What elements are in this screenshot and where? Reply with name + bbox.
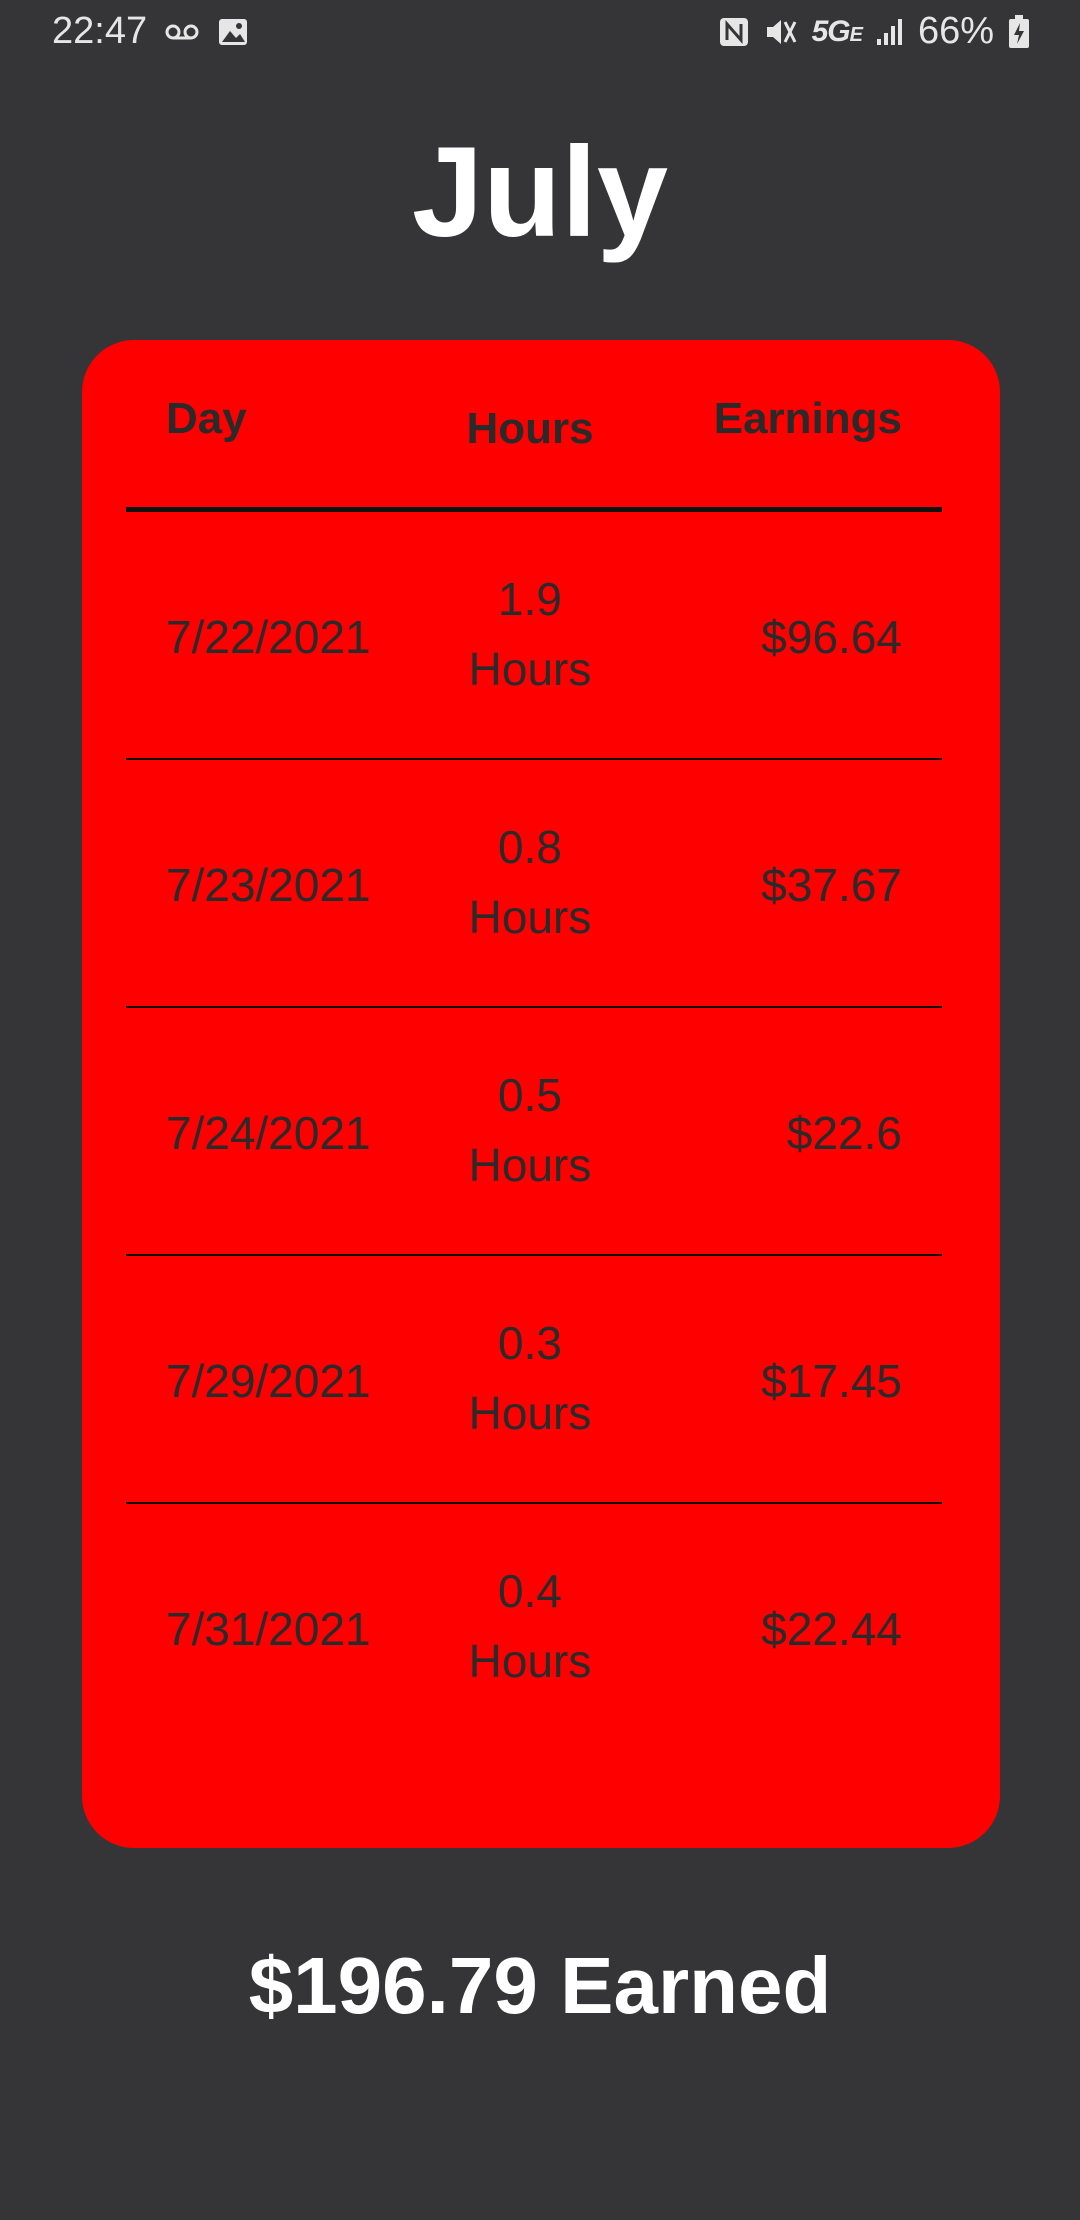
hours-unit: Hours <box>468 643 592 695</box>
total-earned: $196.79 Earned <box>248 1941 832 2030</box>
row-hours: 0.3 Hours <box>430 1308 630 1448</box>
status-bar-right: 5GE 66% <box>718 10 1030 53</box>
page-title: July <box>411 121 669 264</box>
hours-value: 1.9 <box>498 573 562 625</box>
hours-unit: Hours <box>468 891 592 943</box>
earnings-card: Day Hours Earnings 7/22/2021 1.9 Hours $… <box>82 340 1000 1848</box>
battery-percent: 66% <box>917 10 994 52</box>
status-time: 22:47 <box>52 10 148 52</box>
battery-charging-icon <box>1008 14 1030 49</box>
row-earnings: $22.6 <box>786 1107 902 1159</box>
hours-value: 0.5 <box>498 1069 562 1121</box>
header-hours: Hours <box>466 404 594 453</box>
table-row: 7/22/2021 1.9 Hours $96.64 <box>126 512 942 760</box>
hours-value: 0.8 <box>498 821 562 873</box>
status-bar-left: 22:47 <box>52 10 249 53</box>
row-day: 7/29/2021 <box>166 1355 371 1407</box>
row-hours: 0.4 Hours <box>430 1556 630 1696</box>
row-hours: 0.8 Hours <box>430 812 630 952</box>
header-earnings: Earnings <box>713 394 902 443</box>
row-day: 7/23/2021 <box>166 859 371 911</box>
hours-unit: Hours <box>468 1387 592 1439</box>
row-earnings: $96.64 <box>761 611 902 663</box>
table-header-row: Day Hours Earnings <box>126 340 942 512</box>
image-icon <box>217 17 249 47</box>
row-earnings: $37.67 <box>761 859 902 911</box>
row-day: 7/24/2021 <box>166 1107 371 1159</box>
row-day: 7/31/2021 <box>166 1603 371 1655</box>
mute-icon <box>764 16 798 48</box>
header-day: Day <box>166 394 247 443</box>
signal-icon <box>876 17 904 47</box>
earnings-table: Day Hours Earnings 7/22/2021 1.9 Hours $… <box>126 340 942 1752</box>
hours-unit: Hours <box>468 1139 592 1191</box>
row-hours: 0.5 Hours <box>430 1060 630 1200</box>
table-row: 7/29/2021 0.3 Hours $17.45 <box>126 1256 942 1504</box>
hours-unit: Hours <box>468 1635 592 1687</box>
voicemail-icon <box>165 22 199 42</box>
row-day: 7/22/2021 <box>166 611 371 663</box>
hours-value: 0.4 <box>498 1565 562 1617</box>
row-earnings: $22.44 <box>761 1603 902 1655</box>
nfc-icon <box>718 16 750 48</box>
status-bar: 22:47 5GE 66% <box>0 0 1080 64</box>
row-hours: 1.9 Hours <box>430 564 630 704</box>
table-row: 7/31/2021 0.4 Hours $22.44 <box>126 1504 942 1752</box>
table-row: 7/23/2021 0.8 Hours $37.67 <box>126 760 942 1008</box>
row-earnings: $17.45 <box>761 1355 902 1407</box>
network-type: 5GE <box>811 14 863 48</box>
hours-value: 0.3 <box>498 1317 562 1369</box>
table-row: 7/24/2021 0.5 Hours $22.6 <box>126 1008 942 1256</box>
